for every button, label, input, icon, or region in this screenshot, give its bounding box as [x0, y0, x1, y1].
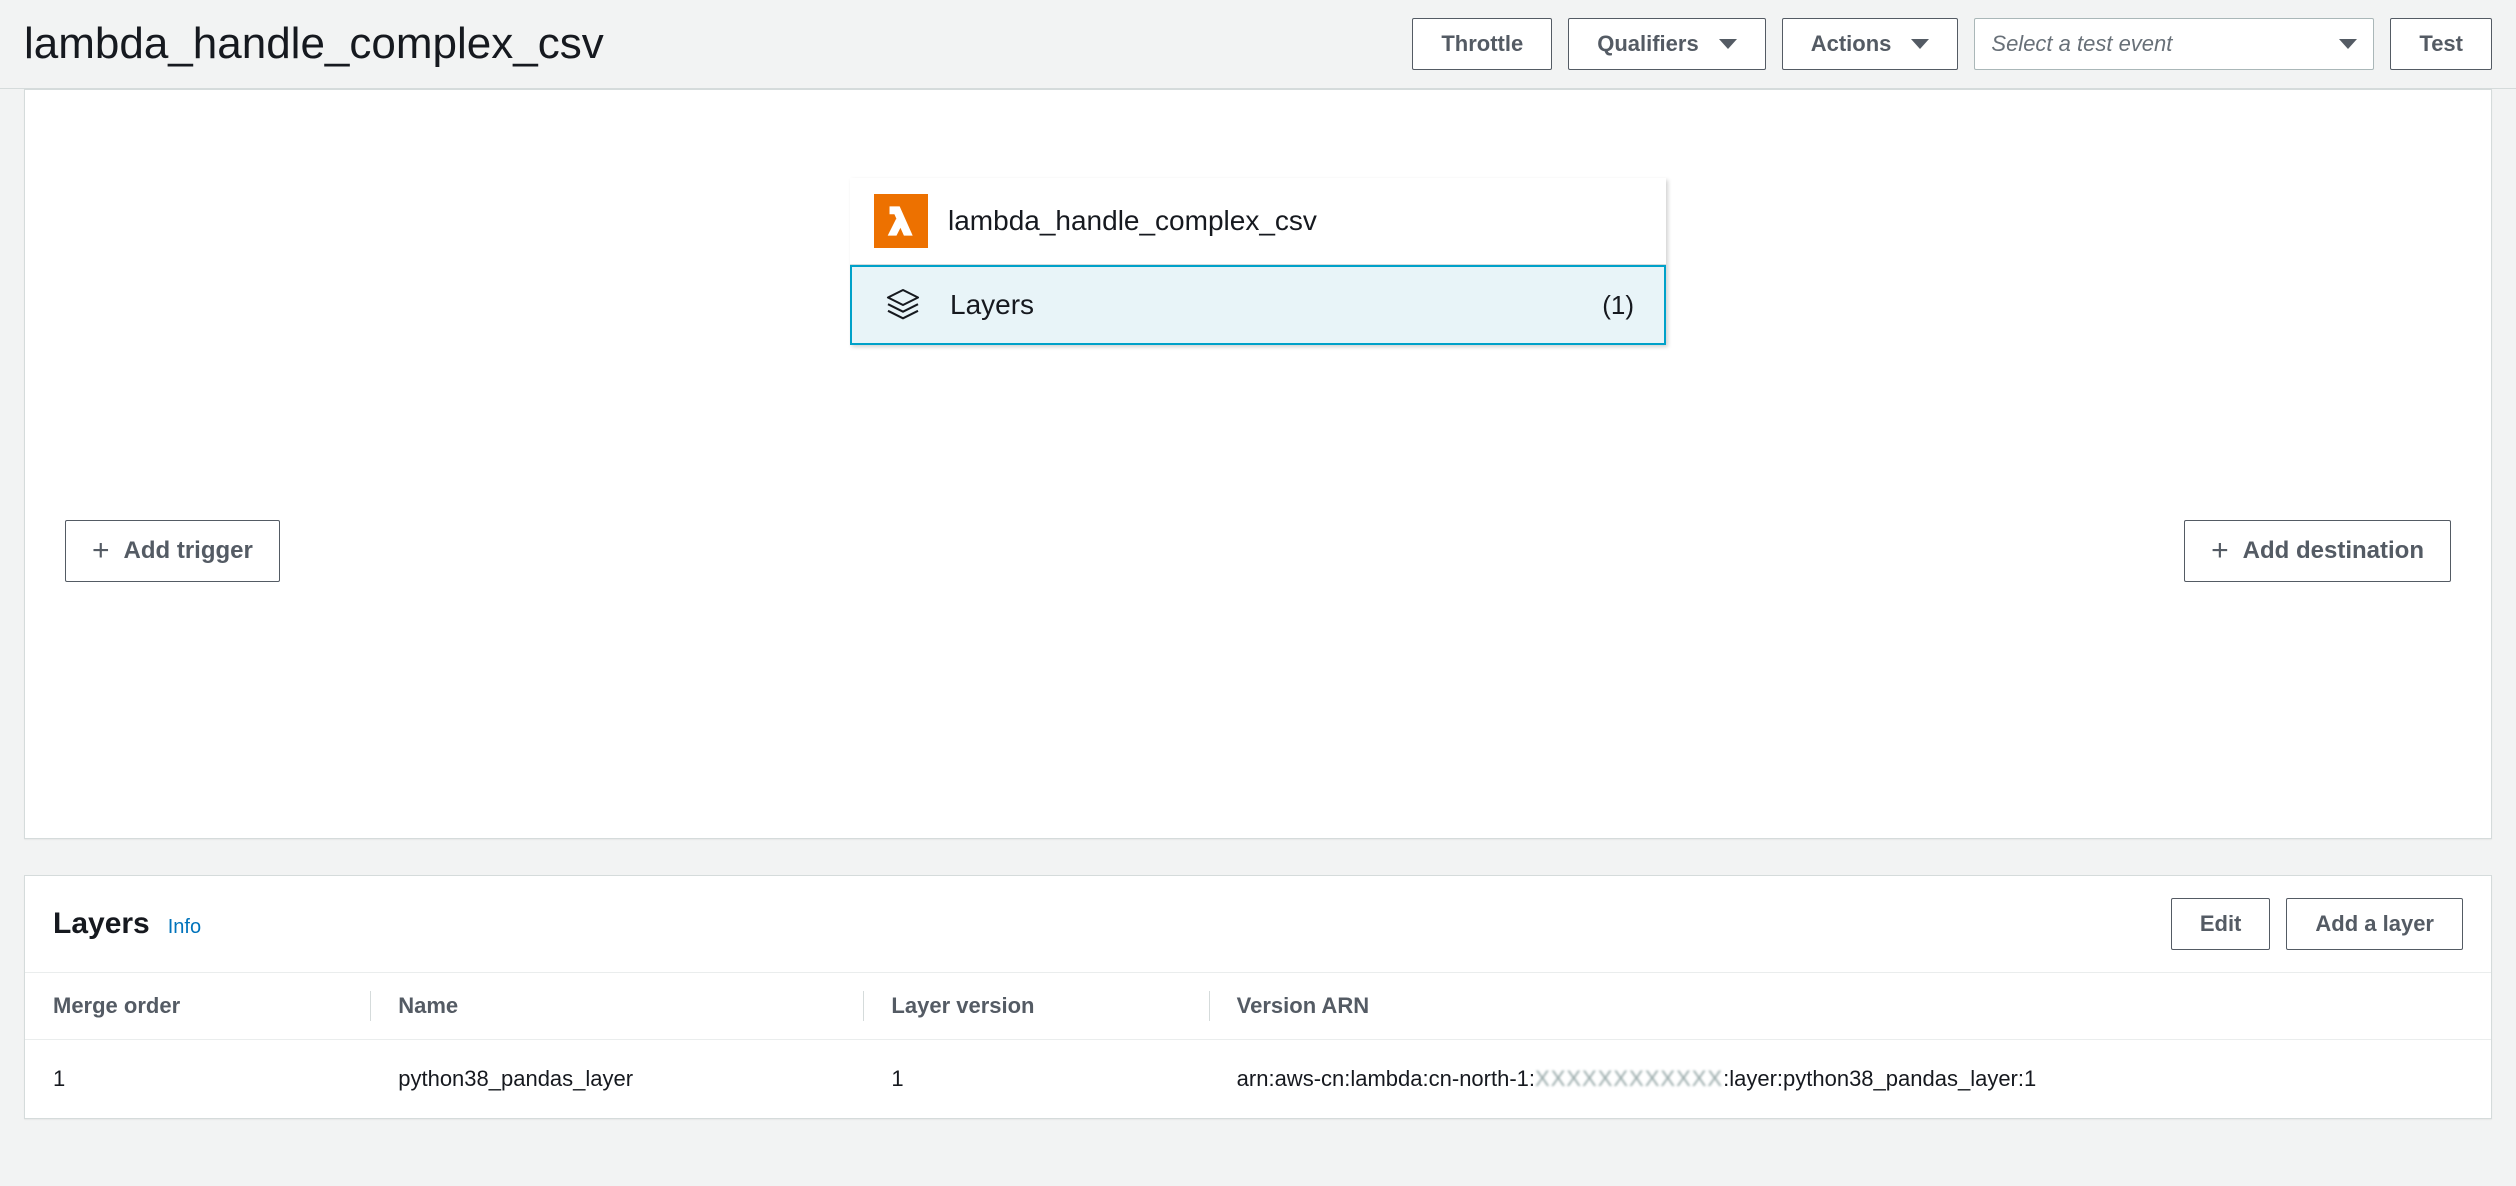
designer-panel: lambda_handle_complex_csv Layers (1) + A… — [24, 89, 2492, 839]
qualifiers-label: Qualifiers — [1597, 31, 1698, 57]
test-event-select[interactable]: Select a test event — [1974, 18, 2374, 70]
throttle-button[interactable]: Throttle — [1412, 18, 1552, 70]
layers-panel-title: Layers — [53, 907, 150, 941]
col-name[interactable]: Name — [370, 973, 863, 1040]
table-row[interactable]: 1 python38_pandas_layer 1 arn:aws-cn:lam… — [25, 1040, 2491, 1119]
lambda-icon — [874, 194, 928, 248]
function-header[interactable]: lambda_handle_complex_csv — [850, 178, 1666, 265]
layers-panel: Layers Info Edit Add a layer Merge order… — [24, 875, 2492, 1119]
plus-icon: + — [2211, 536, 2229, 566]
col-arn[interactable]: Version ARN — [1209, 973, 2491, 1040]
cell-version: 1 — [863, 1040, 1208, 1119]
add-destination-label: Add destination — [2243, 537, 2424, 565]
actions-dropdown[interactable]: Actions — [1782, 18, 1959, 70]
add-trigger-button[interactable]: + Add trigger — [65, 520, 280, 582]
chevron-down-icon — [2339, 39, 2357, 49]
cell-name: python38_pandas_layer — [370, 1040, 863, 1119]
layers-icon — [876, 285, 930, 325]
add-trigger-label: Add trigger — [124, 537, 253, 565]
page-title: lambda_handle_complex_csv — [24, 19, 604, 69]
layers-table: Merge order Name Layer version Version A… — [25, 972, 2491, 1118]
qualifiers-dropdown[interactable]: Qualifiers — [1568, 18, 1765, 70]
info-link[interactable]: Info — [168, 916, 201, 939]
actions-label: Actions — [1811, 31, 1892, 57]
layers-label: Layers — [950, 289, 1582, 321]
cell-merge-order: 1 — [25, 1040, 370, 1119]
col-merge-order[interactable]: Merge order — [25, 973, 370, 1040]
add-layer-button[interactable]: Add a layer — [2286, 898, 2463, 950]
header-actions: Throttle Qualifiers Actions Select a tes… — [1412, 18, 2492, 70]
add-destination-button[interactable]: + Add destination — [2184, 520, 2451, 582]
test-button[interactable]: Test — [2390, 18, 2492, 70]
cell-arn: arn:aws-cn:lambda:cn-north-1:XXXXXXXXXXX… — [1209, 1040, 2491, 1119]
layers-node[interactable]: Layers (1) — [850, 265, 1666, 345]
edit-button[interactable]: Edit — [2171, 898, 2271, 950]
col-version[interactable]: Layer version — [863, 973, 1208, 1040]
test-event-placeholder: Select a test event — [1991, 31, 2172, 57]
plus-icon: + — [92, 536, 110, 566]
function-name: lambda_handle_complex_csv — [948, 205, 1317, 237]
layers-count: (1) — [1602, 290, 1640, 321]
function-card: lambda_handle_complex_csv Layers (1) — [850, 178, 1666, 345]
